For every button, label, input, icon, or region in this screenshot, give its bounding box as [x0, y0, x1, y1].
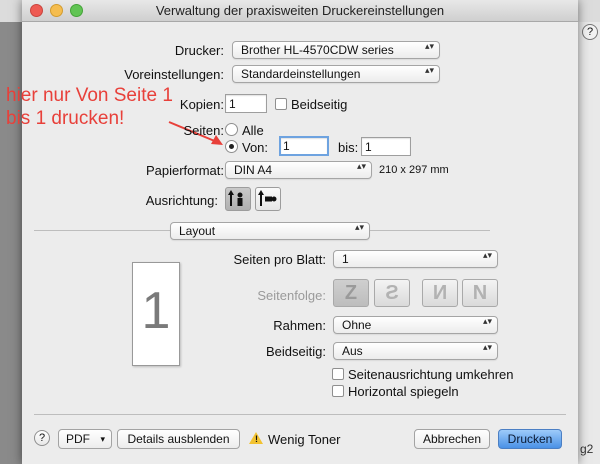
page-order-reverse-z-button: Ƨ: [374, 279, 410, 307]
popup-arrows-icon: ▴▾: [354, 222, 364, 232]
copies-field[interactable]: 1: [225, 94, 267, 113]
footer-separator: [34, 414, 566, 415]
preview-page-number: 1: [141, 282, 171, 340]
orientation-portrait-button[interactable]: [225, 187, 251, 211]
title-bar: Verwaltung der praxisweiten Druckereinst…: [22, 0, 578, 22]
pages-from-field[interactable]: 1: [279, 136, 329, 156]
flip-horizontal-label: Horizontal spiegeln: [348, 384, 459, 399]
orientation-label: Ausrichtung:: [145, 193, 218, 208]
copies-label: Kopien:: [179, 97, 224, 112]
pdf-menu-button[interactable]: PDF ▾: [58, 429, 112, 449]
duplex-popup[interactable]: Aus ▴▾: [333, 342, 498, 360]
presets-label: Voreinstellungen:: [124, 67, 224, 82]
print-button[interactable]: Drucken: [498, 429, 562, 449]
print-dialog: Verwaltung der praxisweiten Druckereinst…: [6, 0, 578, 464]
border-value: Ohne: [342, 318, 372, 332]
help-button[interactable]: ?: [34, 430, 50, 446]
pages-per-sheet-popup[interactable]: 1 ▴▾: [333, 250, 498, 268]
popup-arrows-icon: ▴▾: [482, 316, 492, 326]
paper-dimensions: 210 x 297 mm: [379, 164, 449, 176]
preview-page: 1: [132, 262, 180, 366]
paper-value: DIN A4: [234, 163, 273, 177]
duplex-value: Aus: [342, 344, 363, 358]
presets-popup[interactable]: Standardeinstellungen ▴▾: [232, 65, 440, 83]
page-order-n-button: И: [422, 279, 458, 307]
warning-text: Wenig Toner: [268, 432, 341, 447]
hide-details-button[interactable]: Details ausblenden: [117, 429, 240, 449]
copies-duplex-checkbox[interactable]: [275, 98, 287, 110]
popup-arrows-icon: ▴▾: [424, 41, 434, 51]
pages-to-label: bis:: [338, 140, 359, 155]
separator-left: [34, 230, 170, 231]
popup-arrows-icon: ▴▾: [356, 161, 366, 171]
portrait-orientation-icon: [228, 190, 243, 206]
popup-arrows-icon: ▴▾: [482, 342, 492, 352]
reverse-orientation-label: Seitenausrichtung umkehren: [348, 367, 514, 382]
popup-arrows-icon: ▴▾: [482, 250, 492, 260]
pages-all-label: Alle: [242, 123, 264, 138]
background-help-button[interactable]: ?: [582, 24, 598, 40]
landscape-orientation-icon: [258, 190, 277, 206]
section-value: Layout: [179, 224, 216, 238]
background-corner-text: g2: [580, 442, 594, 456]
border-popup[interactable]: Ohne ▴▾: [333, 316, 498, 334]
pages-from-radio[interactable]: [225, 140, 238, 153]
pages-from-label: Von:: [242, 140, 269, 155]
pages-all-radio[interactable]: [225, 123, 238, 136]
window-title: Verwaltung der praxisweiten Druckereinst…: [155, 3, 445, 18]
chevron-down-icon: ▾: [100, 434, 105, 444]
pages-per-sheet-value: 1: [342, 252, 349, 266]
orientation-landscape-button[interactable]: [255, 187, 281, 211]
separator-right: [370, 230, 490, 231]
paper-label: Papierformat:: [145, 163, 224, 178]
pages-per-sheet-label: Seiten pro Blatt:: [233, 252, 327, 267]
annotation-line-2: bis 1 drucken!: [6, 108, 125, 129]
background-panel: [578, 22, 600, 464]
pdf-label: PDF: [66, 432, 90, 446]
presets-value: Standardeinstellungen: [241, 67, 361, 81]
warning-icon-mark: !: [255, 434, 258, 444]
cancel-button[interactable]: Abbrechen: [414, 429, 490, 449]
printer-label: Drucker:: [174, 43, 224, 58]
printer-popup[interactable]: Brother HL-4570CDW series ▴▾: [232, 41, 440, 59]
section-popup[interactable]: Layout ▴▾: [170, 222, 370, 240]
page-order-label: Seitenfolge:: [257, 288, 326, 303]
copies-duplex-label: Beidseitig: [291, 97, 348, 112]
printer-value: Brother HL-4570CDW series: [241, 43, 394, 57]
pages-label: Seiten:: [183, 123, 224, 138]
paper-popup[interactable]: DIN A4 ▴▾: [225, 161, 372, 179]
pages-to-field[interactable]: 1: [361, 137, 411, 156]
duplex-label: Beidseitig:: [266, 344, 326, 359]
border-label: Rahmen:: [273, 318, 326, 333]
popup-arrows-icon: ▴▾: [424, 65, 434, 75]
page-order-z-button: Z: [333, 279, 369, 307]
flip-horizontal-checkbox[interactable]: [332, 385, 344, 397]
page-order-reverse-n-button: N: [462, 279, 498, 307]
reverse-orientation-checkbox[interactable]: [332, 368, 344, 380]
